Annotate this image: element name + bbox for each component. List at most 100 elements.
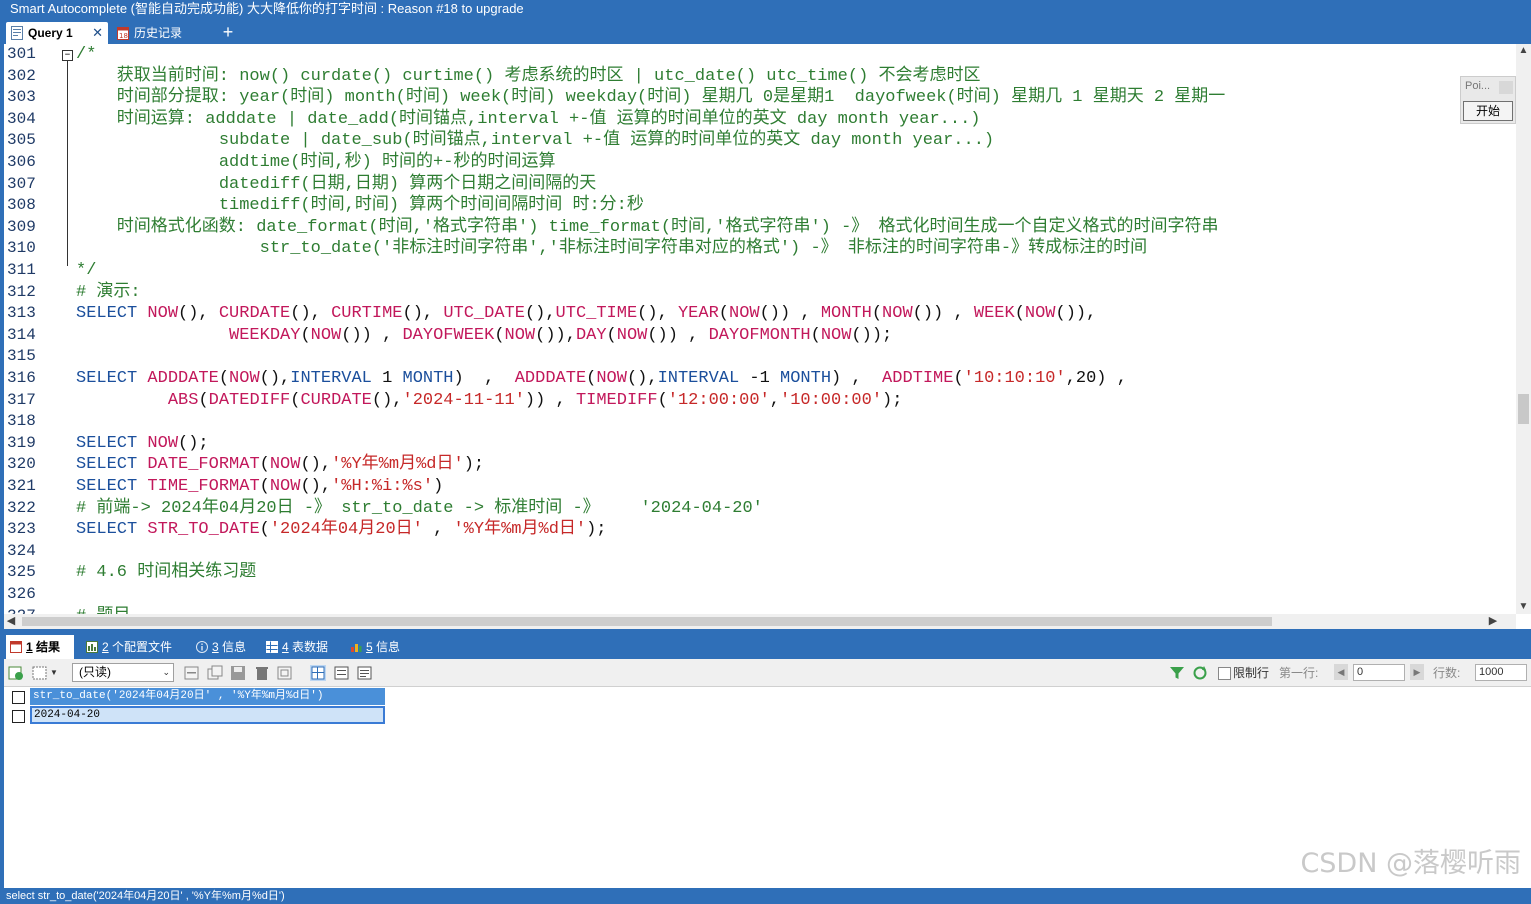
column-header[interactable]: str_to_date('2024年04月20日' , '%Y年%m月%d日') (30, 688, 385, 705)
line-number: 309 (7, 217, 36, 236)
tab-info-5[interactable]: 5 信息 (346, 635, 400, 659)
code-token: ); (882, 390, 903, 410)
row-checkbox[interactable] (12, 710, 25, 723)
code-line[interactable]: /* (76, 44, 96, 66)
code-line[interactable]: # 4.6 时间相关练习题 (76, 562, 256, 584)
delete-icon[interactable] (254, 665, 270, 681)
sql-editor[interactable]: 301 302 303 304 305 306 307 308 309 310 311 312 313 3… (4, 44, 1531, 629)
tab-info-3-label: 信息 (222, 640, 247, 654)
code-token: MONTH (402, 369, 454, 388)
tab-query-1[interactable]: Query 1 ✕ (6, 22, 108, 44)
code-line[interactable]: 时间格式化函数: date_format(时间,'格式字符串') time_fo… (76, 217, 1219, 239)
editor-vertical-scroll-thumb[interactable] (1518, 394, 1529, 424)
code-line[interactable]: SELECT DATE_FORMAT(NOW(),'%Y年%m月%d日'); (76, 454, 484, 476)
code-line[interactable]: str_to_date('非标注时间字符串','非标注时间字符串对应的格式') … (76, 238, 1147, 260)
code-line[interactable]: 时间部分提取: year(时间) month(时间) week(时间) week… (76, 87, 1226, 109)
line-number: 322 (7, 498, 36, 517)
code-token: ( (259, 520, 270, 540)
code-token: MONTH (820, 304, 872, 324)
code-token: NOW (269, 477, 301, 496)
view-mode-icon[interactable] (32, 665, 48, 681)
code-token: CURTIME (331, 304, 403, 324)
code-line[interactable]: ABS(DATEDIFF(CURDATE(),'2024-11-11')) , … (76, 390, 903, 412)
tab-info-3[interactable]: 3 信息 (192, 635, 246, 659)
close-tab-icon[interactable]: ✕ (92, 22, 103, 44)
text-view-icon[interactable] (357, 665, 373, 681)
readonly-mode-select[interactable]: (只读) ⌄ (72, 663, 174, 682)
grid-view-icon[interactable] (310, 665, 326, 681)
select-all-checkbox[interactable] (12, 691, 25, 704)
code-token: (), (178, 304, 219, 324)
result-toolbar: ▼ (只读) ⌄ 限制行 第一行: ◀ 0 ▶ 行数: 1000 (4, 659, 1531, 687)
code-token: ( (810, 325, 821, 345)
duplicate-row-icon[interactable] (207, 665, 223, 681)
add-tab-button[interactable]: + (218, 20, 238, 44)
tab-profiles[interactable]: 2 个配置文件 (82, 635, 172, 659)
filter-icon[interactable] (1169, 665, 1185, 681)
fold-toggle-icon[interactable]: − (62, 50, 73, 61)
code-line[interactable]: # 题目 (76, 606, 130, 614)
code-token: '2024-11-11' (402, 390, 525, 410)
code-line[interactable]: 时间运算: adddate | date_add(时间锚点,interval +… (76, 109, 981, 131)
code-token: SELECT (76, 520, 148, 540)
tab-history[interactable]: 18 历史记录 (112, 22, 210, 44)
next-page-icon[interactable]: ▶ (1410, 664, 1424, 680)
code-line[interactable]: timediff(时间,时间) 算两个时间间隔时间 时:分:秒 (76, 195, 644, 217)
line-number: 321 (7, 477, 36, 495)
result-cell[interactable]: 2024-04-20 (30, 706, 385, 724)
editor-horizontal-scrollbar[interactable]: ◀ ▶ (4, 614, 1516, 629)
code-line[interactable]: SELECT ADDDATE(NOW(),INTERVAL 1 MONTH) ,… (76, 368, 1127, 390)
export-icon[interactable] (8, 665, 24, 681)
rows-count-label: 行数: (1433, 666, 1461, 680)
code-token: NOW (616, 325, 648, 345)
code-line[interactable]: subdate | date_sub(时间锚点,interval +-值 运算的… (76, 130, 994, 152)
code-line[interactable]: # 前端-> 2024年04月20日 -》 str_to_date -> 标准时… (76, 498, 763, 520)
code-line[interactable]: addtime(时间,秒) 时间的+-秒的时间运算 (76, 152, 556, 174)
form-view-icon[interactable] (334, 665, 350, 681)
editor-horizontal-scroll-thumb[interactable] (22, 617, 1272, 626)
floating-panel-close-icon[interactable] (1499, 81, 1513, 94)
status-bar: select str_to_date('2024年04月20日' , '%Y年%… (0, 888, 1531, 904)
code-token: CURDATE (300, 390, 372, 410)
start-button[interactable]: 开始 (1463, 101, 1513, 121)
scroll-up-arrow-icon[interactable]: ▲ (1516, 44, 1531, 58)
tab-table-data[interactable]: 4 表数据 (262, 635, 328, 659)
first-row-input[interactable]: 0 (1353, 664, 1405, 681)
code-token: , (422, 520, 454, 540)
rows-count-input[interactable]: 1000 (1475, 664, 1527, 681)
view-mode-dropdown-icon[interactable]: ▼ (50, 665, 58, 681)
prev-page-icon[interactable]: ◀ (1334, 664, 1348, 680)
tab-result-1[interactable]: 1 结果 (6, 635, 74, 659)
code-line[interactable]: 获取当前时间: now() curdate() curtime() 考虑系统的时… (76, 66, 981, 88)
code-token: ADDTIME (882, 369, 954, 388)
code-line[interactable]: */ (76, 260, 96, 282)
code-token: NOW (310, 325, 342, 345)
code-token: ()), (535, 325, 576, 345)
code-line[interactable]: SELECT STR_TO_DATE('2024年04月20日' , '%Y年%… (76, 519, 607, 541)
insert-row-icon[interactable] (184, 665, 200, 681)
code-line[interactable]: datediff(日期,日期) 算两个日期之间间隔的天 (76, 174, 596, 196)
code-line[interactable]: # 演示: (76, 282, 141, 304)
scroll-right-arrow-icon[interactable]: ▶ (1486, 614, 1500, 629)
editor-vertical-scrollbar[interactable]: ▲ ▼ (1516, 44, 1531, 614)
code-token: '12:00:00' (667, 390, 770, 410)
code-line[interactable]: SELECT NOW(), CURDATE(), CURTIME(), UTC_… (76, 303, 1096, 325)
code-token: DATEDIFF (208, 390, 291, 410)
code-line[interactable]: SELECT NOW(); (76, 433, 209, 455)
save-icon[interactable] (230, 665, 246, 681)
code-token: timediff(时间,时间) 算两个时间间隔时间 时:分:秒 (76, 196, 644, 216)
code-token: datediff(日期,日期) 算两个日期之间间隔的天 (76, 174, 597, 194)
scroll-left-arrow-icon[interactable]: ◀ (4, 614, 18, 629)
limit-rows-checkbox[interactable] (1218, 667, 1231, 680)
code-line[interactable]: SELECT TIME_FORMAT(NOW(),'%H:%i:%s') (76, 476, 443, 498)
refresh-grid-icon[interactable] (277, 665, 293, 681)
code-line[interactable]: WEEKDAY(NOW()) , DAYOFWEEK(NOW()),DAY(NO… (76, 325, 892, 347)
scroll-down-arrow-icon[interactable]: ▼ (1516, 600, 1531, 614)
code-area[interactable]: /* 获取当前时间: now() curdate() curtime() 考虑系… (76, 44, 1516, 614)
code-token: NOW (269, 455, 301, 475)
code-token: ( (871, 304, 883, 324)
limit-rows-label: 限制行 (1233, 666, 1270, 680)
code-token: SELECT (76, 433, 148, 453)
refresh-icon[interactable] (1192, 665, 1208, 681)
query-tab-bar: Query 1 ✕ 18 历史记录 + (0, 20, 1531, 44)
